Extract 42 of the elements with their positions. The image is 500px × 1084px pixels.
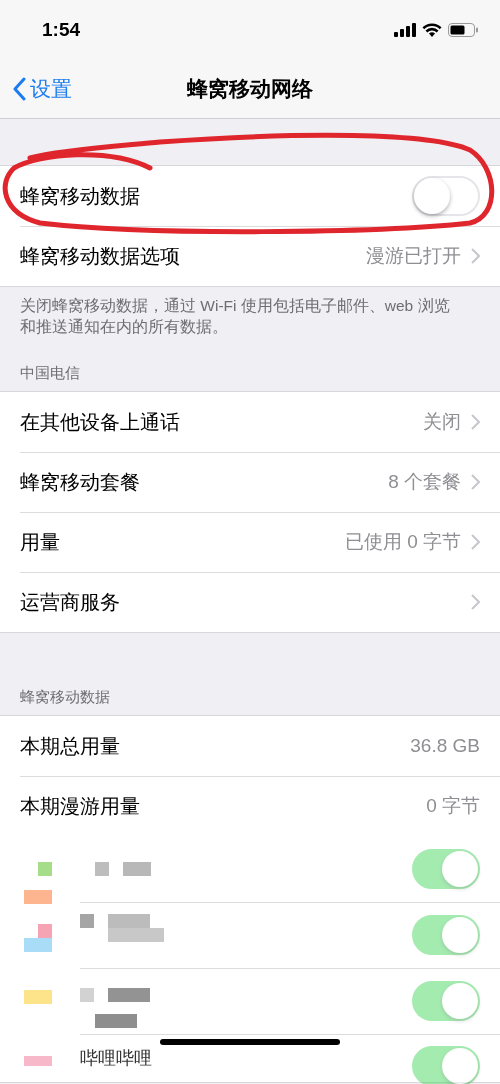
settings-row[interactable]: 运营商服务	[0, 572, 500, 632]
row-label: 本期总用量	[20, 733, 120, 759]
signal-icon	[394, 23, 416, 37]
row-value: 已使用 0 字节	[344, 530, 461, 554]
chevron-icon	[471, 474, 480, 490]
nav-title: 蜂窝移动网络	[187, 76, 313, 102]
row-label: 运营商服务	[20, 589, 120, 615]
row-value: 0 字节	[426, 794, 480, 818]
row-value: 关闭	[423, 410, 461, 434]
chevron-icon	[471, 414, 480, 430]
section-header: 中国电信	[19, 363, 81, 383]
row-label: 在其他设备上通话	[20, 409, 180, 435]
row-label: 本期漫游用量	[20, 793, 140, 819]
row-value: 8 个套餐	[388, 470, 461, 494]
battery-icon	[448, 23, 478, 37]
row-label: 蜂窝移动数据选项	[20, 243, 180, 269]
chevron-icon	[471, 248, 480, 264]
row-label: 蜂窝移动数据	[20, 183, 140, 209]
app-name: 哔哩哔哩	[80, 1047, 152, 1070]
row-value: 36.8 GB	[410, 735, 480, 757]
chevron-icon	[471, 594, 480, 610]
wifi-icon	[422, 23, 442, 37]
row-label: 蜂窝移动套餐	[20, 469, 140, 495]
footer-note: 关闭蜂窝移动数据，通过 Wi-Fi 使用包括电子邮件、web 浏览和推送通知在内的所有数据。	[19, 296, 451, 337]
chevron-icon	[471, 534, 480, 550]
pixelated-label	[95, 862, 151, 876]
pixelated-icon	[24, 1056, 52, 1066]
pixelated-label	[80, 988, 150, 1028]
pixelated-icon	[24, 924, 52, 952]
toggle-switch[interactable]	[412, 176, 480, 216]
settings-row[interactable]: 蜂窝移动套餐 8 个套餐	[0, 452, 500, 512]
status-time: 1:54	[42, 19, 81, 41]
back-button[interactable]: 设置	[0, 74, 78, 104]
section-header: 蜂窝移动数据	[19, 687, 111, 707]
row-value: 漫游已打开	[366, 244, 461, 268]
pixelated-icon	[24, 862, 52, 904]
settings-row[interactable]: 用量 已使用 0 字节	[0, 512, 500, 572]
settings-row[interactable]: 蜂窝移动数据选项 漫游已打开	[0, 226, 500, 286]
pixelated-icon	[24, 990, 52, 1004]
back-icon	[12, 77, 26, 101]
settings-row[interactable]: 在其他设备上通话 关闭	[0, 392, 500, 452]
row-label: 用量	[20, 529, 60, 555]
